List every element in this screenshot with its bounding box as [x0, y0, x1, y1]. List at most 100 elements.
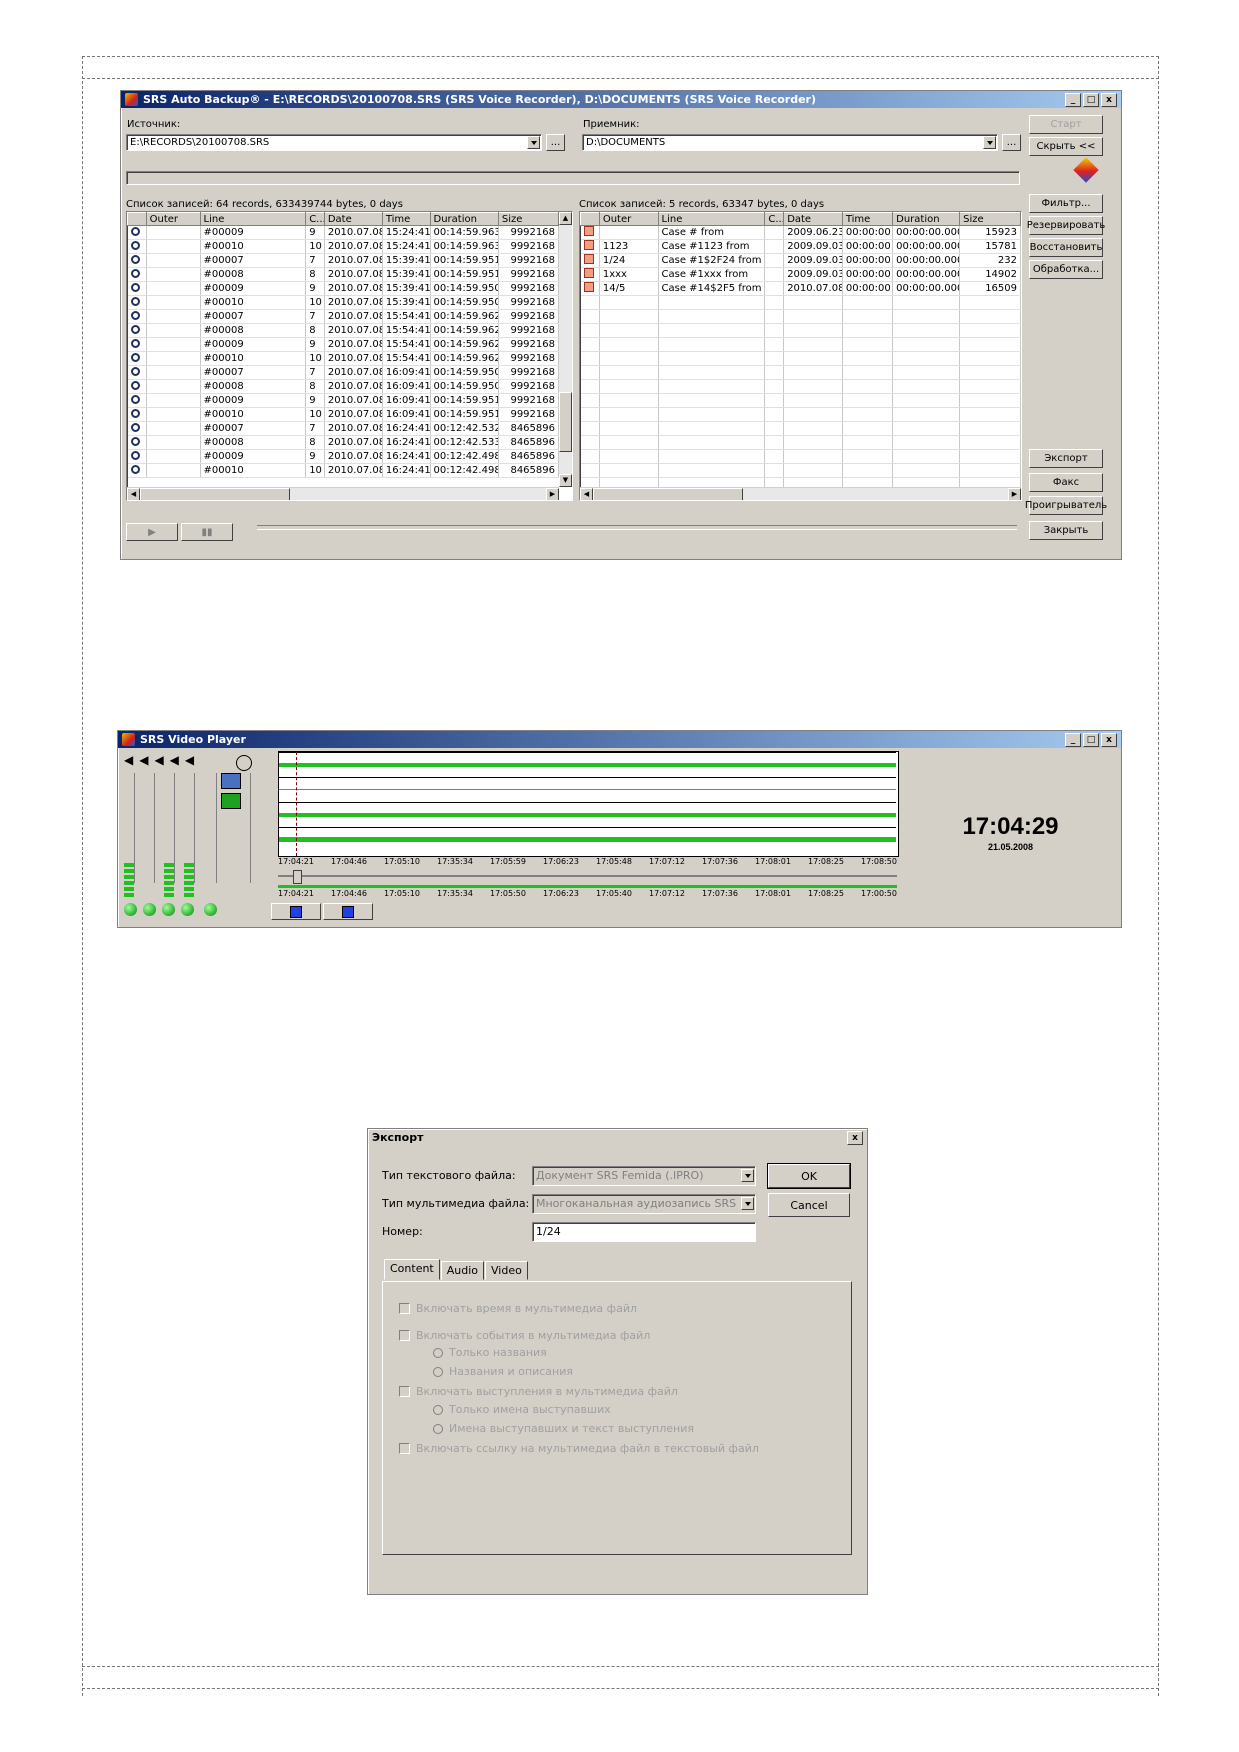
dropdown-arrow-icon[interactable]	[741, 1169, 754, 1182]
column-header[interactable]: Outer	[145, 212, 201, 226]
dest-combo[interactable]: D:\DOCUMENTS	[582, 134, 998, 151]
dropdown-arrow-icon[interactable]	[527, 136, 540, 149]
column-header[interactable]: Date	[783, 212, 843, 226]
checkbox[interactable]	[399, 1443, 410, 1454]
minimize-button[interactable]: _	[1065, 93, 1081, 107]
source-browse-button[interactable]: ...	[546, 134, 565, 151]
channel-slider-1[interactable]	[134, 773, 135, 883]
table-row[interactable]: #00008 8 2010.07.08 15:39:41 00:14:59.951 999…	[127, 267, 559, 282]
column-header[interactable]: Line	[199, 212, 307, 226]
scroll-left-icon[interactable]: ◀	[580, 488, 593, 500]
dropdown-arrow-icon[interactable]	[741, 1197, 754, 1210]
table-row[interactable]: #00008 8 2010.07.08 16:24:41 00:12:42.533 846…	[127, 435, 559, 450]
number-input[interactable]: 1/24	[532, 1222, 756, 1242]
right-hscroll-thumb[interactable]	[593, 488, 743, 500]
checkbox[interactable]	[399, 1386, 410, 1397]
table-row[interactable]: #00007 7 2010.07.08 15:54:41 00:14:59.962 999…	[127, 309, 559, 324]
column-header[interactable]	[127, 212, 147, 226]
close-button[interactable]: Закрыть	[1029, 521, 1103, 540]
table-row[interactable]: #00008 8 2010.07.08 16:09:41 00:14:59.950 999…	[127, 379, 559, 394]
events-names-descriptions-option[interactable]: Названия и описания	[433, 1365, 573, 1378]
table-row[interactable]: #00009 9 2010.07.08 15:24:41 00:14:59.963 999…	[127, 225, 559, 240]
speakers-names-only-option[interactable]: Только имена выступавших	[433, 1403, 611, 1416]
process-button[interactable]: Обработка...	[1029, 260, 1103, 279]
tab-audio[interactable]: Audio	[440, 1261, 485, 1280]
radio[interactable]	[433, 1404, 443, 1415]
source-combo[interactable]: E:\RECORDS\20100708.SRS	[126, 134, 542, 151]
scroll-right-icon[interactable]: ▶	[546, 488, 559, 500]
right-record-list[interactable]: Outer Line C... Date Time Duration Size Case #…	[579, 211, 1022, 501]
play-button[interactable]: ▶	[126, 523, 178, 541]
export-button[interactable]: Экспорт	[1029, 449, 1103, 468]
channel-slider-3[interactable]	[174, 773, 175, 883]
checkbox[interactable]	[399, 1303, 410, 1314]
column-header[interactable]: Line	[657, 212, 766, 226]
column-header[interactable]: Size	[959, 212, 1021, 226]
close-window-button[interactable]: x	[1101, 93, 1117, 107]
pause-button[interactable]: ▮▮	[181, 523, 233, 541]
column-header[interactable]: Duration	[429, 212, 499, 226]
table-row[interactable]: #00007 7 2010.07.08 16:09:41 00:14:59.950 999…	[127, 365, 559, 380]
dropdown-arrow-icon[interactable]	[983, 136, 996, 149]
include-time-option[interactable]: Включать время в мультимедиа файл	[399, 1302, 637, 1315]
column-header[interactable]: Time	[841, 212, 894, 226]
table-row[interactable]: #00010 10 2010.07.08 16:09:41 00:14:59.951 99…	[127, 407, 559, 422]
table-row[interactable]: #00007 7 2010.07.08 15:39:41 00:14:59.951 999…	[127, 253, 559, 268]
table-row[interactable]: 1xxx Case #1xxx from 2009.09.03 00:00:00 00:…	[580, 267, 1021, 282]
media-type-select[interactable]: Многоканальная аудиозапись SRS	[532, 1194, 756, 1214]
left-hscroll[interactable]: ◀ ▶	[127, 487, 559, 500]
dest-browse-button[interactable]: ...	[1002, 134, 1021, 151]
ok-button[interactable]: OK	[767, 1163, 851, 1189]
position-slider[interactable]	[278, 875, 897, 877]
channel-slider-4[interactable]	[194, 773, 195, 883]
include-speeches-option[interactable]: Включать выступления в мультимедиа файл	[399, 1385, 678, 1398]
include-events-option[interactable]: Включать события в мультимедиа файл	[399, 1329, 650, 1342]
table-row[interactable]: #00010 10 2010.07.08 16:24:41 00:12:42.498 84…	[127, 463, 559, 478]
close-window-button[interactable]: x	[1101, 733, 1117, 747]
equalizer-icon[interactable]	[221, 793, 241, 809]
table-row[interactable]: #00010 10 2010.07.08 15:24:41 00:14:59.963 99…	[127, 239, 559, 254]
player-pause-button[interactable]	[271, 903, 321, 920]
scroll-right-icon[interactable]: ▶	[1008, 488, 1021, 500]
column-header[interactable]: Duration	[892, 212, 961, 226]
table-row[interactable]: #00009 9 2010.07.08 15:54:41 00:14:59.962 999…	[127, 337, 559, 352]
table-row[interactable]: 1/24 Case #1$2F24 from 2009.09.03 00:00:00 0…	[580, 253, 1021, 268]
restore-button[interactable]: Восстановить	[1029, 238, 1103, 257]
table-row[interactable]: #00010 10 2010.07.08 15:54:41 00:14:59.962 99…	[127, 351, 559, 366]
speed-icon[interactable]	[221, 773, 241, 789]
text-type-select[interactable]: Документ SRS Femida (.IPRO)	[532, 1166, 756, 1186]
column-header[interactable]	[580, 212, 600, 226]
minimize-button[interactable]: _	[1065, 733, 1081, 747]
left-record-list[interactable]: Outer Line C... Date Time Duration Size #00009…	[126, 211, 573, 501]
waveform-panel[interactable]	[278, 751, 899, 857]
scroll-left-icon[interactable]: ◀	[127, 488, 140, 500]
speed-slider[interactable]	[250, 773, 251, 883]
start-button[interactable]: Старт	[1029, 115, 1103, 134]
radio[interactable]	[433, 1423, 443, 1434]
table-row[interactable]: Case # from 2009.06.23 00:00:00 00:00:00.00…	[580, 225, 1021, 240]
events-names-only-option[interactable]: Только названия	[433, 1346, 547, 1359]
scroll-up-icon[interactable]: ▲	[559, 212, 572, 225]
column-header[interactable]: C...	[764, 212, 785, 226]
hide-button[interactable]: Скрыть <<	[1029, 137, 1103, 156]
master-slider[interactable]	[216, 773, 217, 883]
backup-button[interactable]: Резервировать	[1027, 216, 1105, 235]
tab-video[interactable]: Video	[485, 1261, 528, 1280]
left-hscroll-thumb[interactable]	[140, 488, 290, 500]
position-slider-thumb[interactable]	[293, 870, 302, 884]
column-header[interactable]: Date	[323, 212, 383, 226]
maximize-button[interactable]: □	[1083, 733, 1099, 747]
include-link-option[interactable]: Включать ссылку на мультимедиа файл в те…	[399, 1442, 759, 1455]
table-row[interactable]: #00010 10 2010.07.08 15:39:41 00:14:59.950 99…	[127, 295, 559, 310]
radio[interactable]	[433, 1366, 443, 1377]
playback-slider[interactable]	[257, 525, 1017, 530]
table-row[interactable]: #00009 9 2010.07.08 15:39:41 00:14:59.950 999…	[127, 281, 559, 296]
fax-button[interactable]: Факс	[1029, 473, 1103, 492]
scroll-down-icon[interactable]: ▼	[559, 474, 572, 487]
column-header[interactable]: Size	[497, 212, 559, 226]
left-vscroll[interactable]: ▲ ▼	[559, 212, 572, 487]
column-header[interactable]: C...	[305, 212, 325, 226]
player-button[interactable]: Проигрыватель	[1025, 496, 1107, 515]
speakers-names-text-option[interactable]: Имена выступавших и текст выступления	[433, 1422, 694, 1435]
table-row[interactable]: 14/5 Case #14$2F5 from 2010.07.08 00:00:00 0…	[580, 281, 1021, 296]
